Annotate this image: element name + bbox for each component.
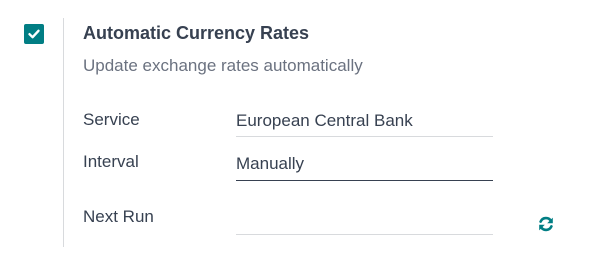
check-icon: [28, 29, 40, 39]
interval-select[interactable]: Manually: [236, 154, 493, 181]
next-run-field[interactable]: [236, 208, 493, 235]
next-run-underline: [236, 234, 493, 235]
service-field[interactable]: European Central Bank: [236, 111, 493, 137]
interval-value: Manually: [236, 154, 305, 173]
currency-rates-setting: Automatic Currency Rates Update exchange…: [0, 0, 596, 262]
setting-title: Automatic Currency Rates: [83, 23, 310, 43]
service-underline: [236, 136, 493, 137]
next-run-label: Next Run: [83, 207, 154, 226]
service-label: Service: [83, 110, 140, 129]
interval-underline: [236, 180, 493, 181]
service-value: European Central Bank: [236, 111, 413, 130]
refresh-rates-button[interactable]: [536, 214, 556, 234]
automatic-rates-checkbox[interactable]: [24, 24, 44, 44]
divider: [63, 18, 64, 247]
setting-description: Update exchange rates automatically: [83, 56, 363, 75]
interval-label: Interval: [83, 152, 139, 171]
refresh-icon: [539, 216, 553, 232]
